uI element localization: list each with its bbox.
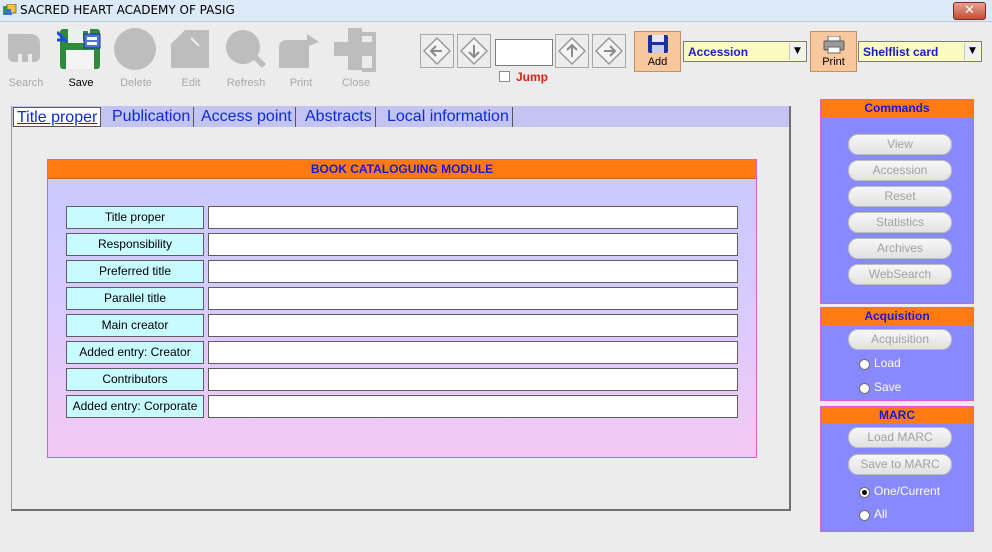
load-marc-button[interactable]: Load MARC [848,427,952,448]
search-button[interactable]: Search [0,26,52,92]
added-entry-corporate-field[interactable] [208,395,738,418]
print-label: Print [289,77,313,89]
jump-label: Jump [516,70,549,84]
acquisition-panel: Acquisition Acquisition Load Save [820,307,974,401]
delete-icon [114,28,156,70]
save-label: Save [68,77,94,89]
parallel-title-field[interactable] [208,287,738,310]
previous-record-button[interactable] [420,34,454,68]
all-radio[interactable] [859,510,870,521]
floppy-icon [648,35,668,53]
added-entry-creator-field[interactable] [208,341,738,364]
field-label-main-creator: Main creator [66,314,204,337]
contributors-field[interactable] [208,368,738,391]
tab-local-information[interactable]: Local information [384,107,513,127]
refresh-button[interactable]: Refresh [220,26,272,92]
main-creator-field[interactable] [208,314,738,337]
reset-button[interactable]: Reset [848,186,952,207]
arrow-up-icon [557,36,587,66]
one-current-radio-label: One/Current [874,484,941,498]
all-radio-label: All [874,507,888,521]
accession-button[interactable]: Accession [848,160,952,181]
close-icon [334,28,376,72]
next-record-button[interactable] [592,34,626,68]
arrow-right-icon [594,36,624,66]
edit-button[interactable]: Edit [165,26,217,92]
field-label-preferred-title: Preferred title [66,260,204,283]
edit-label: Edit [181,77,201,89]
save-icon [57,29,101,69]
field-label-parallel-title: Parallel title [66,287,204,310]
jump-checkbox[interactable] [499,71,510,82]
marc-header: MARC [821,407,973,424]
save-radio[interactable] [859,383,870,394]
acquisition-header: Acquisition [821,308,973,325]
tab-access-point[interactable]: Access point [198,107,296,127]
commands-header: Commands [821,100,973,117]
close-button[interactable]: Close [330,26,382,92]
print-card-button[interactable]: Print [810,31,857,72]
chevron-down-icon[interactable]: ▼ [964,43,980,60]
jump-input[interactable] [495,39,553,66]
add-button[interactable]: Add [634,31,681,72]
archives-button[interactable]: Archives [848,238,952,259]
search-icon [8,34,40,62]
print-button[interactable]: Print [275,26,327,92]
print-icon [279,34,319,68]
window-title: SACRED HEART ACADEMY OF PASIG [20,3,235,17]
save-radio-label: Save [874,380,902,394]
close-label: Close [341,77,371,89]
edit-icon [171,30,209,68]
title-proper-field[interactable] [208,206,738,229]
acquisition-button[interactable]: Acquisition [848,329,952,350]
accession-select[interactable]: Accession ▼ [683,41,807,62]
card-type-select-value: Shelflist card [863,45,939,59]
field-label-title-proper: Title proper [66,206,204,229]
app-icon [3,4,17,15]
printer-icon [823,36,845,54]
delete-button[interactable]: Delete [110,26,162,92]
arrow-left-icon [422,36,452,66]
add-label: Add [647,56,668,68]
websearch-button[interactable]: WebSearch [848,264,952,285]
tab-publication[interactable]: Publication [109,107,195,127]
statistics-button[interactable]: Statistics [848,212,952,233]
refresh-icon [226,30,266,68]
next-down-button[interactable] [457,34,491,68]
delete-label: Delete [120,77,152,89]
module-header: BOOK CATALOGUING MODULE [48,160,756,179]
tab-title-proper[interactable]: Title proper [13,107,102,127]
load-radio-label: Load [874,356,901,370]
chevron-down-icon[interactable]: ▼ [789,43,805,60]
one-current-radio[interactable] [859,487,870,498]
load-radio[interactable] [859,359,870,370]
field-label-contributors: Contributors [66,368,204,391]
field-label-added-entry-corporate: Added entry: Corporate [66,395,204,418]
view-button[interactable]: View [848,134,952,155]
field-label-responsibility: Responsibility [66,233,204,256]
responsibility-field[interactable] [208,233,738,256]
arrow-down-icon [459,36,489,66]
up-record-button[interactable] [555,34,589,68]
book-cataloguing-module: BOOK CATALOGUING MODULE Title proper Res… [47,159,757,458]
accession-select-value: Accession [688,45,749,59]
card-type-select[interactable]: Shelflist card ▼ [858,41,982,62]
refresh-label: Refresh [226,77,266,89]
save-to-marc-button[interactable]: Save to MARC [848,454,952,475]
title-bar: SACRED HEART ACADEMY OF PASIG ✕ [0,0,992,22]
preferred-title-field[interactable] [208,260,738,283]
field-label-added-entry-creator: Added entry: Creator [66,341,204,364]
print-card-label: Print [822,56,845,68]
save-button[interactable]: Save [55,26,107,92]
marc-panel: MARC Load MARC Save to MARC One/Current … [820,406,974,532]
tab-abstracts[interactable]: Abstracts [302,107,376,127]
commands-panel: Commands View Accession Reset Statistics… [820,99,974,304]
window-close-button[interactable]: ✕ [953,2,986,20]
search-label: Search [8,77,44,89]
